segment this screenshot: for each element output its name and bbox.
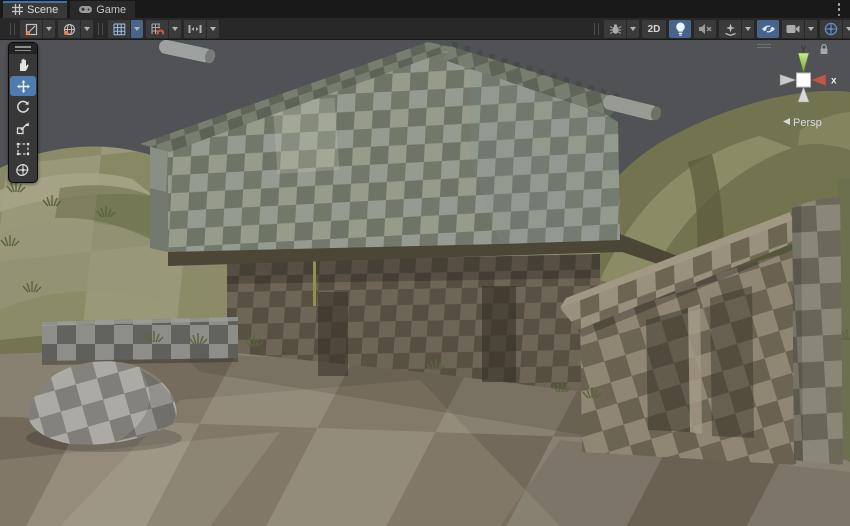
- gizmos-button[interactable]: [820, 20, 842, 38]
- gamepad-icon: [79, 5, 92, 14]
- rotate-tool-button[interactable]: [10, 97, 36, 117]
- handle-rotation-button[interactable]: [58, 20, 80, 38]
- render-debug-button[interactable]: [604, 20, 626, 38]
- camera-settings-dropdown[interactable]: [805, 20, 817, 38]
- render-debug-dropdown[interactable]: [627, 20, 639, 38]
- scale-icon: [16, 121, 30, 135]
- gizmo-sphere-icon: [824, 22, 838, 36]
- transform-tool-button[interactable]: [10, 160, 36, 180]
- globe-icon: [63, 23, 76, 36]
- scale-tool-button[interactable]: [10, 118, 36, 138]
- eye-slash-icon: [761, 23, 776, 35]
- tab-bar: Scene Game: [0, 0, 850, 18]
- overlay-grip[interactable]: [594, 23, 599, 35]
- hand-icon: [16, 58, 30, 72]
- scene-visibility-button[interactable]: [757, 20, 779, 38]
- tools-overlay-handle[interactable]: [9, 43, 37, 54]
- effects-star-icon: [724, 23, 737, 36]
- rotate-icon: [16, 100, 30, 114]
- rect-tool-icon: [16, 142, 30, 156]
- handle-position-button[interactable]: [20, 20, 42, 38]
- camera-settings-button[interactable]: [782, 20, 804, 38]
- snap-to-grid-dropdown[interactable]: [169, 20, 181, 38]
- snap-settings-button[interactable]: [184, 20, 206, 38]
- gizmos-dropdown[interactable]: [843, 20, 850, 38]
- tools-overlay: [8, 42, 38, 183]
- kebab-vertical-icon[interactable]: [834, 3, 844, 16]
- lock-icon[interactable]: [821, 45, 828, 54]
- grid-visibility-button[interactable]: [108, 20, 130, 38]
- overlay-grip[interactable]: [10, 23, 15, 35]
- gizmo-neg-y-axis-cone[interactable]: [798, 87, 809, 102]
- view-options-overlay: 2D: [592, 20, 850, 38]
- scene-lighting-button[interactable]: [669, 20, 691, 38]
- grid-visibility-dropdown[interactable]: [131, 20, 143, 38]
- tab-scene-label: Scene: [27, 4, 58, 16]
- tab-scene[interactable]: Scene: [3, 1, 67, 18]
- grid-magnet-icon: [151, 23, 164, 36]
- grid-tab-icon: [12, 4, 23, 15]
- tab-game[interactable]: Game: [70, 1, 135, 18]
- view-tool-button[interactable]: [10, 55, 36, 75]
- tab-game-label: Game: [96, 4, 126, 16]
- effects-dropdown[interactable]: [742, 20, 754, 38]
- scene-audio-button[interactable]: [694, 20, 716, 38]
- 2d-mode-label: 2D: [648, 24, 661, 35]
- move-tool-button[interactable]: [10, 76, 36, 96]
- snap-to-grid-button[interactable]: [146, 20, 168, 38]
- snap-move-icon: [188, 23, 202, 35]
- effects-button[interactable]: [719, 20, 741, 38]
- gizmo-y-axis-cone[interactable]: [798, 53, 809, 73]
- snap-settings-dropdown[interactable]: [207, 20, 219, 38]
- lightbulb-icon: [675, 22, 686, 36]
- transform-icon: [16, 163, 30, 177]
- camera-icon: [786, 24, 800, 34]
- rect-tool-button[interactable]: [10, 139, 36, 159]
- gizmo-center-cube[interactable]: [797, 73, 811, 87]
- grid-icon: [113, 23, 126, 36]
- handle-position-dropdown[interactable]: [43, 20, 55, 38]
- gizmo-neg-x-axis-cone[interactable]: [780, 75, 796, 86]
- scene-tint: [0, 40, 850, 526]
- gizmo-y-label: y: [801, 43, 807, 54]
- pivot-rect-icon: [25, 23, 38, 36]
- projection-toggle[interactable]: Persp: [783, 117, 822, 129]
- bug-icon: [609, 23, 622, 36]
- scene-viewport[interactable]: [0, 40, 850, 526]
- handle-rotation-dropdown[interactable]: [81, 20, 93, 38]
- scene-toolbar: 2D: [0, 18, 850, 40]
- gizmo-persp-label: Persp: [793, 117, 822, 129]
- tool-settings-overlay: [8, 20, 219, 38]
- orientation-gizmo: y x Persp: [750, 40, 850, 140]
- 2d-mode-button[interactable]: 2D: [642, 20, 666, 38]
- speaker-muted-icon: [698, 23, 712, 35]
- gizmo-x-axis-cone[interactable]: [811, 74, 826, 86]
- scene-view-window: Scene Game: [0, 0, 850, 526]
- gizmo-x-label: x: [831, 76, 837, 87]
- overlay-grip[interactable]: [98, 23, 103, 35]
- move-arrows-icon: [16, 79, 31, 94]
